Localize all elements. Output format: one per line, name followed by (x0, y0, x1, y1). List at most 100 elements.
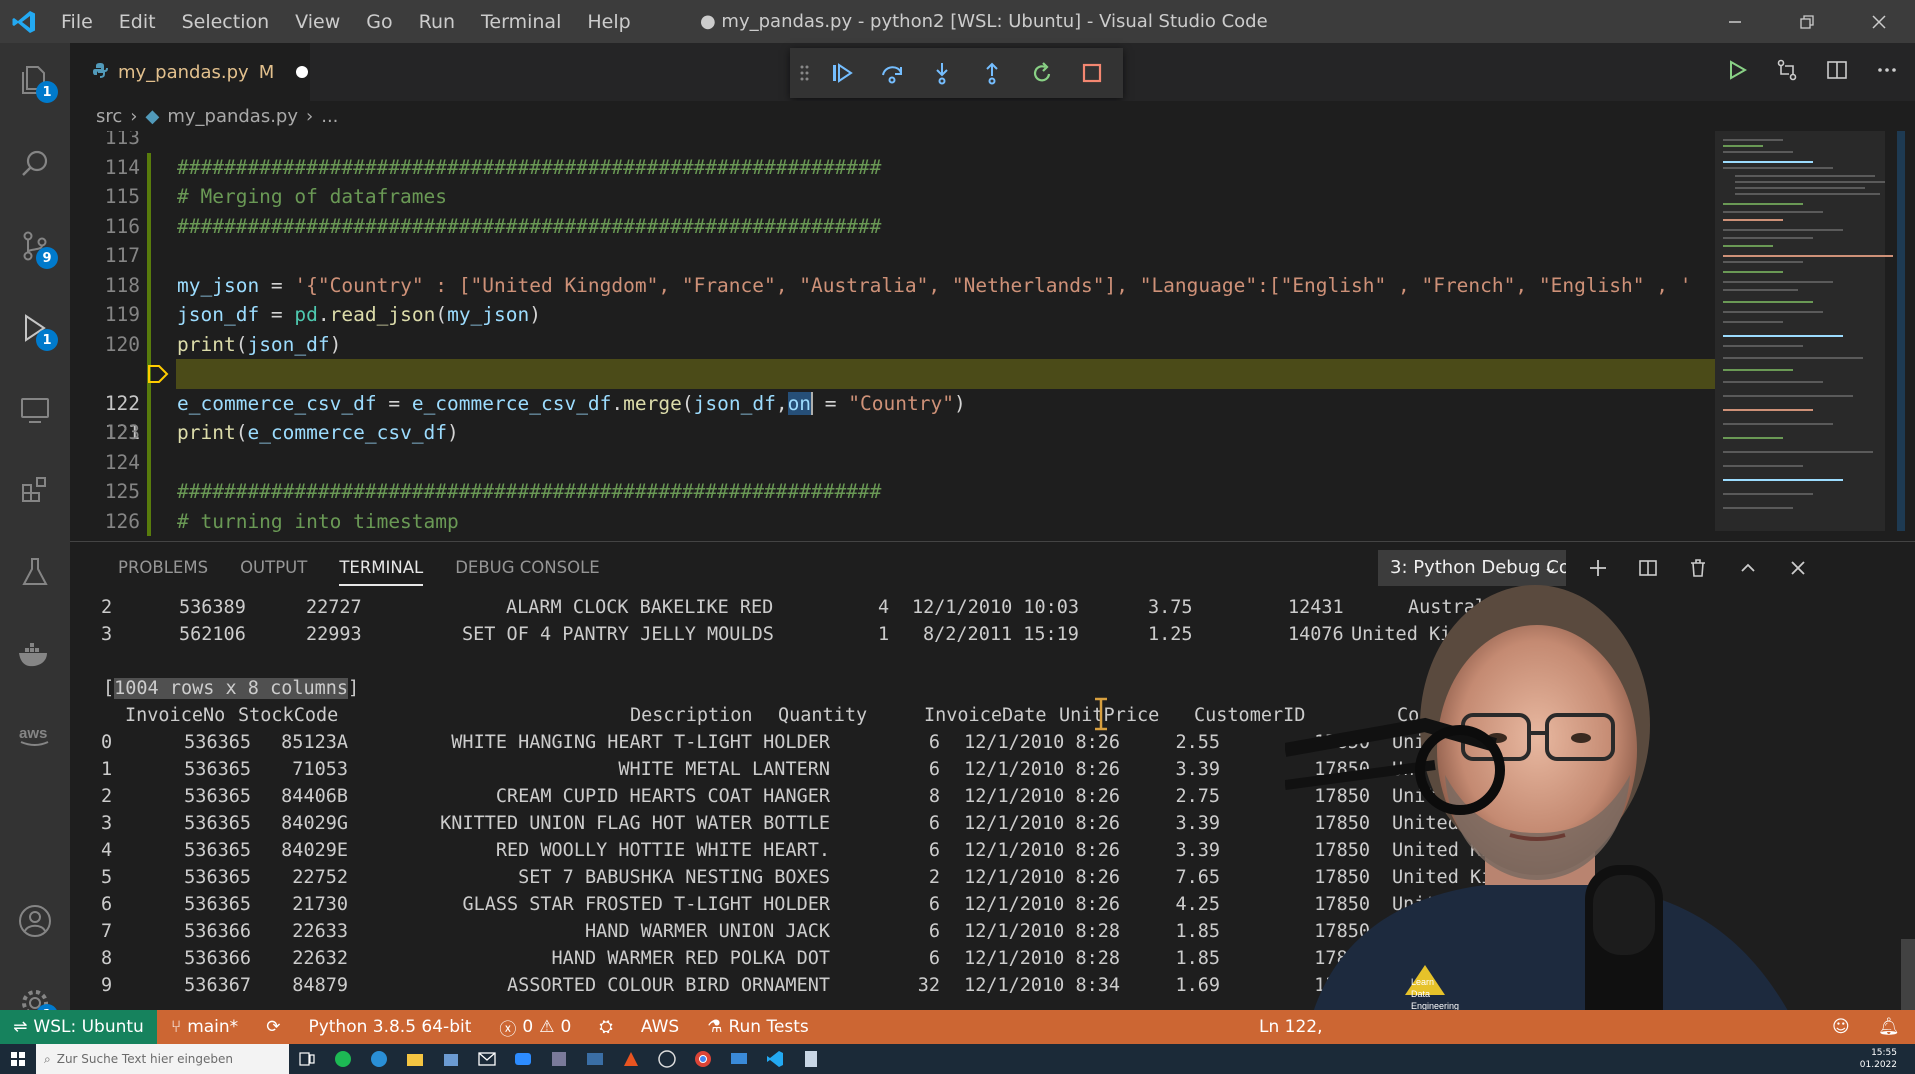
restore-icon[interactable] (1771, 0, 1843, 43)
edge-icon[interactable] (361, 1044, 397, 1074)
tab-debug-console[interactable]: DEBUG CONSOLE (439, 542, 616, 594)
aws-icon[interactable]: aws (0, 703, 70, 769)
minimap[interactable] (1715, 131, 1915, 536)
testing-flask-icon[interactable] (0, 539, 70, 605)
cell-stock: 22633 (292, 921, 348, 942)
status-bar: ⇌ WSL: Ubuntu ⑂ main* ⟳ Python 3.8.5 64-b… (0, 1010, 1915, 1044)
cell-price: 2.55 (1175, 732, 1220, 753)
accounts-icon[interactable] (0, 888, 70, 954)
compare-changes-icon[interactable] (1769, 52, 1805, 88)
cell-qty: 6 (928, 840, 940, 861)
code-line-stopped: 121 (70, 359, 1915, 444)
notifications-bell-icon[interactable]: 🔔︎ (1864, 1017, 1914, 1037)
breadcrumb-file[interactable]: my_pandas.py (167, 106, 298, 127)
breadcrumb-folder[interactable]: src (96, 106, 122, 127)
vscode-taskbar-icon[interactable] (757, 1044, 793, 1074)
task-view-icon[interactable] (289, 1044, 325, 1074)
docker-icon[interactable] (0, 621, 70, 687)
search-icon[interactable] (0, 131, 70, 197)
ubuntu-icon[interactable] (613, 1044, 649, 1074)
menu-run[interactable]: Run (406, 11, 468, 33)
source-control-icon[interactable]: 9 (0, 213, 70, 279)
remote-explorer-icon[interactable] (0, 377, 70, 443)
taskbar-clock[interactable]: 15:55 01.2022 (1860, 1047, 1897, 1071)
unsaved-dot-icon[interactable] (296, 66, 309, 78)
run-debug-badge: 1 (36, 329, 58, 351)
problems-indicator[interactable]: ⓧ 0 ⚠ 0 (485, 1015, 585, 1040)
selected-text: 1004 rows x 8 columns (114, 678, 349, 699)
menu-selection[interactable]: Selection (169, 11, 283, 33)
python-interpreter[interactable]: Python 3.8.5 64-bit (294, 1017, 485, 1037)
file-explorer-icon[interactable] (397, 1044, 433, 1074)
chrome-icon[interactable] (685, 1044, 721, 1074)
code-line: 113 (104, 131, 140, 149)
extensions-icon[interactable] (0, 457, 70, 523)
git-branch[interactable]: ⑂ main* (157, 1017, 252, 1037)
remote-indicator[interactable]: ⇌ WSL: Ubuntu (0, 1010, 157, 1044)
aws-status[interactable]: AWS (627, 1017, 693, 1037)
menu-help[interactable]: Help (574, 11, 643, 33)
mail-icon[interactable] (469, 1044, 505, 1074)
menu-file[interactable]: File (48, 11, 106, 33)
sync-icon[interactable]: ⟳ (252, 1017, 294, 1037)
menu-view[interactable]: View (282, 11, 353, 33)
code-line: 115 # Merging of dataframes (104, 185, 448, 208)
breadcrumb-more[interactable]: ... (321, 106, 338, 127)
code-editor[interactable]: 113 114 #################################… (70, 131, 1915, 536)
terminal-app-icon[interactable] (577, 1044, 613, 1074)
cell-date: 12/1/2010 8:26 (964, 894, 1120, 915)
app-icon[interactable] (541, 1044, 577, 1074)
tab-my-pandas[interactable]: my_pandas.py M (70, 43, 310, 101)
windows-start-icon[interactable] (0, 1044, 36, 1074)
code-line: 116 #####################################… (104, 214, 882, 238)
step-into-icon[interactable] (924, 55, 960, 91)
close-window-icon[interactable] (1843, 0, 1915, 43)
cell-price: 1.85 (1175, 948, 1220, 969)
cell-idx: 3 (101, 813, 113, 834)
webcam-presenter: Learn Data Engineering (1285, 575, 1915, 1044)
tab-terminal[interactable]: TERMINAL (323, 542, 439, 594)
taskbar-search[interactable]: ⌕ Zur Suche Text hier eingeben (36, 1044, 289, 1074)
cell-idx: 0 (101, 732, 113, 753)
cell-desc: RED WOOLLY HOTTIE WHITE HEART. (495, 840, 830, 861)
minimap-slider[interactable] (1715, 131, 1885, 531)
restart-icon[interactable] (1024, 55, 1060, 91)
warning-icon: ⚠ (539, 1017, 555, 1037)
menu-edit[interactable]: Edit (106, 11, 169, 33)
feedback-icon[interactable]: ☺ (1818, 1017, 1864, 1037)
cell-idx: 8 (101, 948, 113, 969)
vscode-logo-icon[interactable] (0, 0, 48, 43)
stop-icon[interactable] (1074, 55, 1110, 91)
tab-problems[interactable]: PROBLEMS (102, 542, 224, 594)
code-line: 114 #####################################… (104, 155, 882, 179)
continue-icon[interactable] (824, 55, 860, 91)
minimize-icon[interactable] (1699, 0, 1771, 43)
cell-date: 12/1/2010 8:26 (964, 759, 1120, 780)
split-editor-icon[interactable] (1819, 52, 1855, 88)
cell-idx: 4 (101, 840, 113, 861)
run-file-icon[interactable] (1719, 52, 1755, 88)
remote-desktop-icon[interactable] (721, 1044, 757, 1074)
more-actions-icon[interactable] (1869, 52, 1905, 88)
cell-idx: 5 (101, 867, 113, 888)
cell-price: 1.69 (1175, 975, 1220, 996)
menu-go[interactable]: Go (353, 11, 405, 33)
cell-idx: 1 (101, 759, 113, 780)
tab-output[interactable]: OUTPUT (224, 542, 323, 594)
menu-terminal[interactable]: Terminal (468, 11, 574, 33)
explorer-icon[interactable]: 1 (0, 47, 70, 113)
run-debug-icon[interactable]: 1 (0, 295, 70, 361)
spotify-icon[interactable] (325, 1044, 361, 1074)
notes-icon[interactable] (793, 1044, 829, 1074)
zoom-icon[interactable] (505, 1044, 541, 1074)
debug-status-icon[interactable]: ⛭ (585, 1017, 627, 1037)
run-tests[interactable]: ⚗ Run Tests (693, 1017, 823, 1037)
step-out-icon[interactable] (974, 55, 1010, 91)
store-icon[interactable] (433, 1044, 469, 1074)
obs-icon[interactable] (649, 1044, 685, 1074)
chevron-right-icon: › (306, 105, 314, 127)
drag-handle-icon[interactable] (800, 63, 810, 83)
cell-inv: 536367 (184, 975, 251, 996)
cursor-position[interactable]: Ln 122, (1245, 1017, 1337, 1037)
step-over-icon[interactable] (874, 55, 910, 91)
